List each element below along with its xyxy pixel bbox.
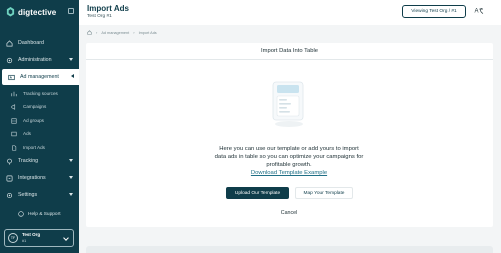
sidebar-subitem-label: Tracking sources [23, 91, 58, 96]
breadcrumb-ad-management[interactable]: Ad management [101, 31, 129, 35]
chevron-down-icon [69, 193, 73, 196]
sidebar-subitem-label: Ad groups [23, 118, 44, 123]
sidebar-collapse-button[interactable] [68, 8, 74, 14]
org-number: #1 [22, 239, 27, 243]
sidebar-item-ad-management[interactable]: Ad management [2, 69, 79, 85]
footer-bar [86, 246, 493, 253]
page-header: Import Ads Test Org #1 Viewing Test Org … [79, 0, 501, 25]
sidebar-item-label: Settings [18, 192, 38, 198]
upload-template-button[interactable]: Upload Our Template [226, 187, 289, 199]
sidebar-subitem-ads[interactable]: Ads [0, 127, 79, 140]
help-support-link[interactable]: Help & Support [18, 211, 61, 217]
gear-icon [6, 57, 13, 64]
chevron-left-icon [71, 74, 74, 78]
sidebar-item-label: Dashboard [18, 40, 44, 46]
home-icon[interactable] [87, 30, 92, 35]
svg-text:A: A [475, 9, 479, 15]
sidebar-item-label: Tracking [18, 158, 39, 164]
ads-icon [11, 131, 17, 137]
import-card: Import Data Into Table Here you can use … [86, 43, 493, 227]
sidebar-item-settings[interactable]: Settings [0, 188, 79, 202]
help-label: Help & Support [28, 211, 61, 217]
brand-name: digtective [18, 7, 57, 17]
viewing-org-button[interactable]: Viewing Test Org / #1 [402, 5, 466, 18]
avatar: TF [8, 233, 18, 243]
tracking-icon [6, 158, 13, 165]
ad-icon [8, 74, 15, 81]
sidebar-subitem-label: Ads [23, 131, 31, 136]
map-template-button[interactable]: Map Your Template [295, 187, 353, 199]
ad-groups-icon [11, 117, 17, 124]
card-title: Import Data Into Table [86, 43, 493, 60]
megaphone-icon [11, 103, 17, 110]
page-title: Import Ads [87, 4, 129, 13]
chevron-down-icon [63, 235, 69, 241]
translate-icon[interactable]: A [474, 6, 484, 16]
org-switcher[interactable]: TF Test Org #1 [4, 229, 74, 247]
sidebar-item-tracking[interactable]: Tracking [0, 154, 79, 168]
empty-table-illustration [272, 81, 304, 127]
integrations-icon [6, 175, 13, 182]
chevron-down-icon [69, 176, 73, 179]
chevron-down-icon [69, 58, 73, 61]
sidebar-item-label: Ad management [20, 74, 59, 80]
sidebar-item-dashboard[interactable]: Dashboard [0, 36, 79, 50]
chevron-down-icon [69, 159, 73, 162]
org-info: Test Org #1 [22, 232, 40, 244]
sidebar-subitem-label: Campaigns [23, 104, 47, 109]
document-icon [11, 144, 17, 151]
breadcrumb-import-ads: Import Ads [138, 30, 157, 35]
home-icon [6, 39, 13, 47]
sidebar-item-label: Administration [18, 57, 52, 63]
sidebar-subitem-campaigns[interactable]: Campaigns [0, 100, 79, 113]
breadcrumb: › Ad management › Import Ads [87, 30, 157, 35]
logo-icon [6, 7, 15, 17]
settings-icon [6, 192, 13, 199]
sidebar-item-integrations[interactable]: Integrations [0, 171, 79, 185]
help-icon [18, 211, 24, 217]
brand[interactable]: digtective [6, 5, 56, 19]
sidebar-item-administration[interactable]: Administration [0, 53, 79, 67]
sidebar: digtective Dashboard Administration Ad m… [0, 0, 79, 253]
sidebar-subitem-label: Import Ads [23, 145, 45, 150]
import-description: Here you can use our template or add you… [214, 146, 364, 168]
breadcrumb-separator: › [96, 30, 98, 35]
sidebar-subitem-ad-groups[interactable]: Ad groups [0, 114, 79, 127]
sources-icon [11, 91, 17, 97]
sidebar-subitem-tracking-sources[interactable]: Tracking sources [0, 87, 79, 100]
sidebar-subitem-import-ads[interactable]: Import Ads [0, 141, 79, 154]
breadcrumb-separator: › [133, 30, 135, 35]
page-subtitle: Test Org #1 [87, 14, 112, 19]
cancel-button[interactable]: Cancel [274, 210, 304, 216]
sidebar-item-label: Integrations [18, 175, 46, 181]
download-template-link[interactable]: Download Template Example [214, 170, 364, 176]
